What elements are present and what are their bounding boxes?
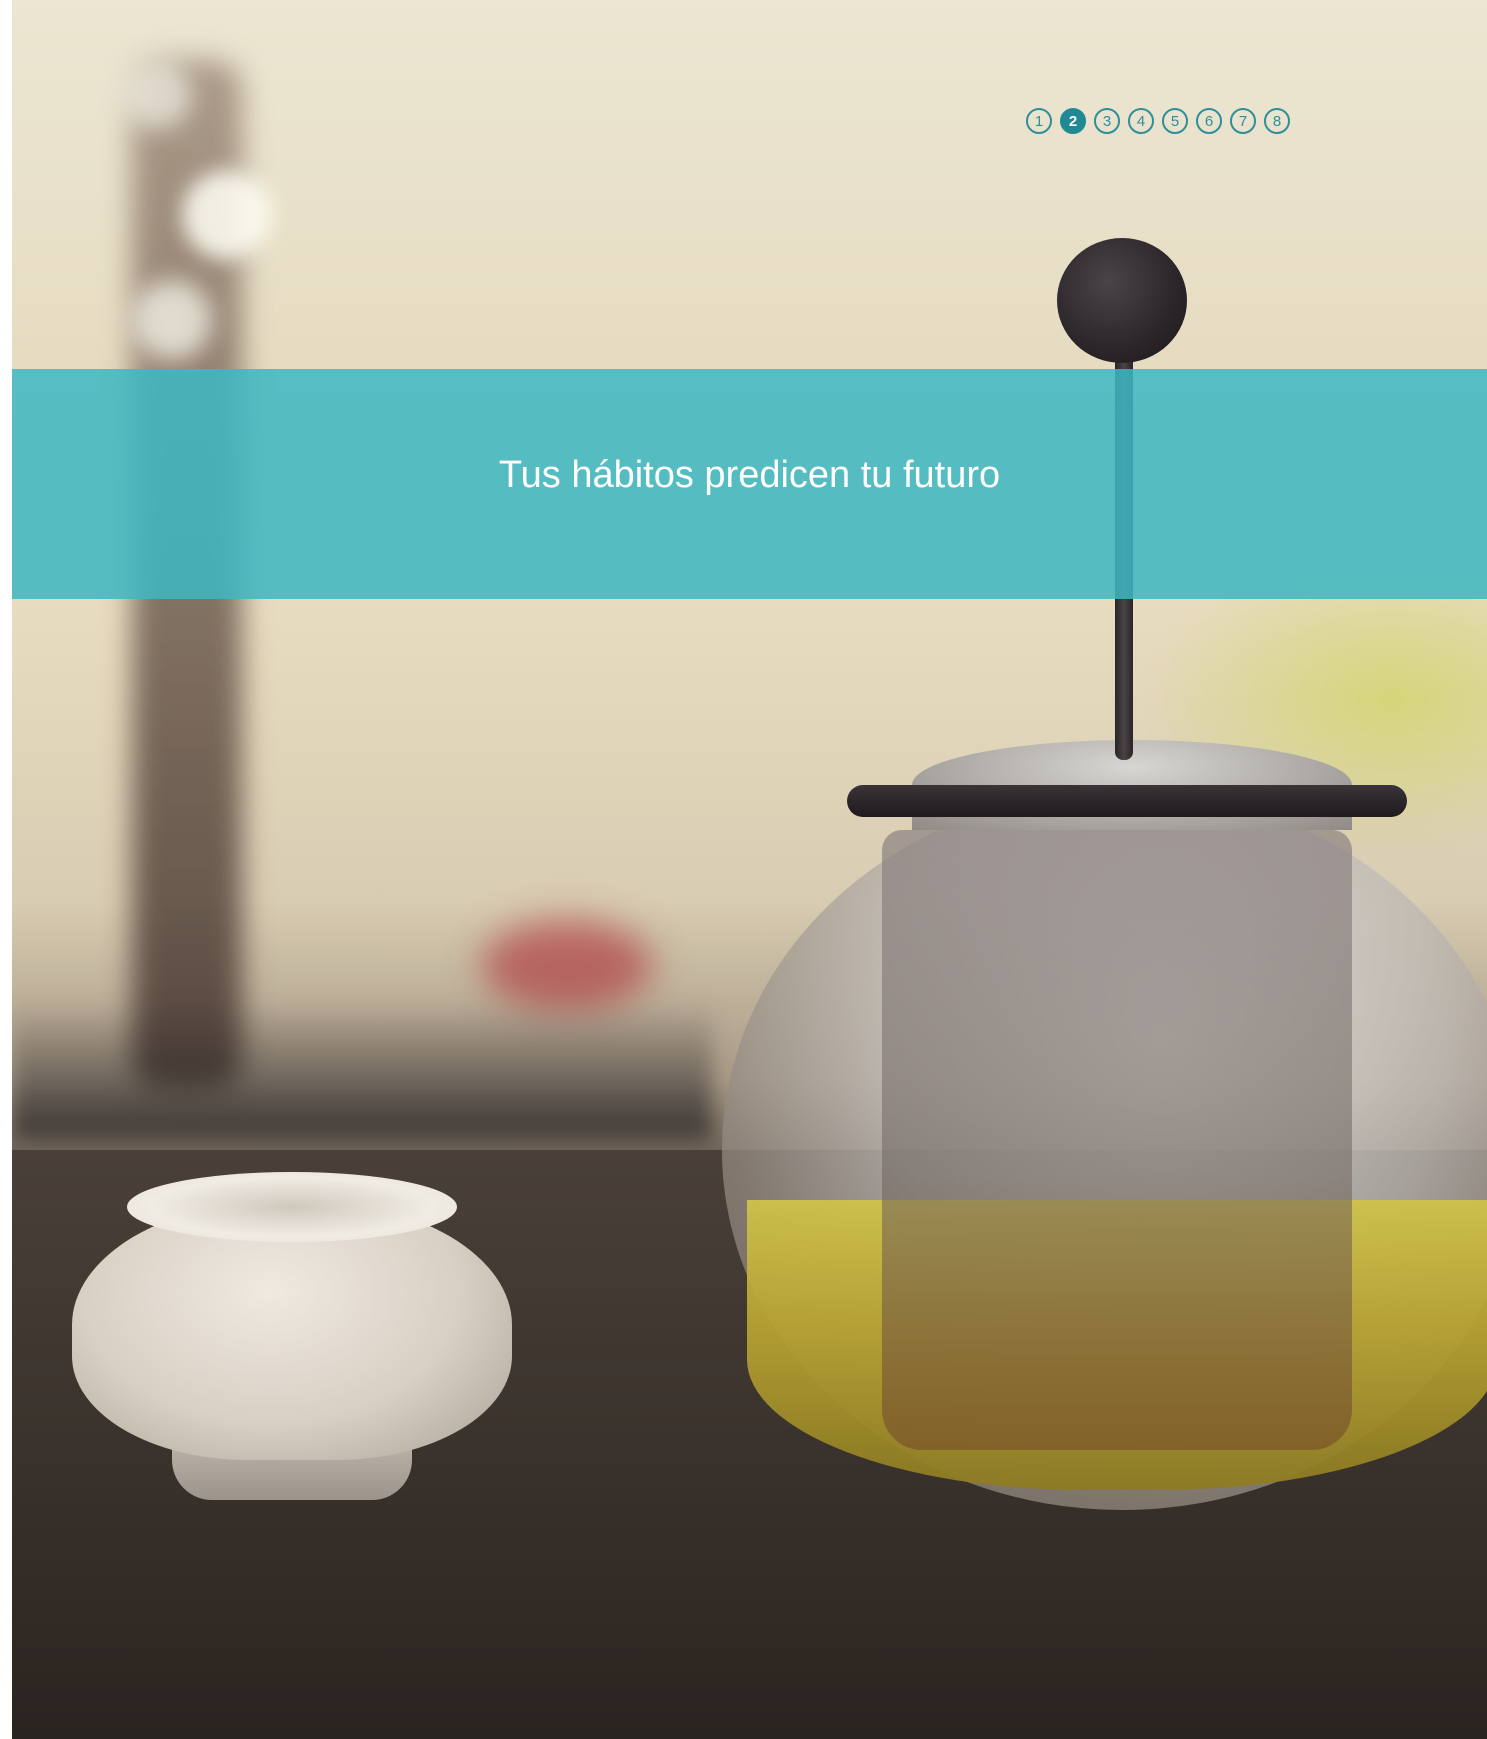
background-counter (12, 1000, 712, 1140)
slide-pager: 1 2 3 4 5 6 7 8 (1026, 108, 1290, 134)
pager-dot-7[interactable]: 7 (1230, 108, 1256, 134)
bokeh-light (182, 170, 272, 260)
pager-dot-8[interactable]: 8 (1264, 108, 1290, 134)
cup-rim (127, 1172, 457, 1242)
background-photo-teapot (12, 0, 1487, 1739)
pager-dot-6[interactable]: 6 (1196, 108, 1222, 134)
page-margin (0, 0, 12, 1739)
teapot-lid (847, 785, 1407, 817)
pager-dot-1[interactable]: 1 (1026, 108, 1052, 134)
bokeh-light (122, 60, 192, 130)
banner-title: Tus hábitos predicen tu futuro (498, 453, 1001, 496)
pager-dot-4[interactable]: 4 (1128, 108, 1154, 134)
teapot-filter (882, 830, 1352, 1450)
pager-dot-2[interactable]: 2 (1060, 108, 1086, 134)
background-red-object (482, 920, 652, 1010)
pager-dot-5[interactable]: 5 (1162, 108, 1188, 134)
plunger-knob (1057, 238, 1187, 363)
pager-dot-3[interactable]: 3 (1094, 108, 1120, 134)
bokeh-light (132, 280, 212, 360)
title-banner: Tus hábitos predicen tu futuro (12, 369, 1487, 599)
